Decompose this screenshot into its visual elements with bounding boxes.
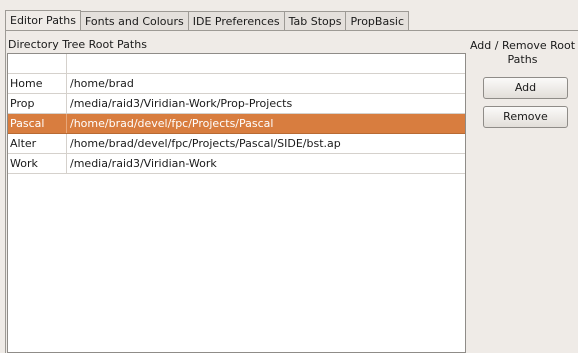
row-name: Prop — [10, 97, 35, 110]
row-path: /media/raid3/Viridian-Work — [70, 157, 217, 170]
table-row[interactable]: Home /home/brad — [8, 74, 465, 94]
table-row-selected[interactable]: Pascal /home/brad/devel/fpc/Projects/Pas… — [8, 114, 465, 134]
column-divider — [66, 114, 67, 133]
column-divider — [66, 134, 67, 153]
table-row[interactable]: Work /media/raid3/Viridian-Work — [8, 154, 465, 174]
column-divider — [66, 54, 67, 73]
row-name: Alter — [10, 137, 37, 150]
table-row[interactable]: Prop /media/raid3/Viridian-Work/Prop-Pro… — [8, 94, 465, 114]
root-paths-grid[interactable]: Home /home/brad Prop /media/raid3/Viridi… — [7, 53, 466, 353]
row-path: /home/brad — [70, 77, 134, 90]
row-path: /home/brad/devel/fpc/Projects/Pascal — [70, 117, 274, 130]
side-title: Add / Remove Root Paths — [469, 39, 576, 66]
row-name: Pascal — [10, 117, 45, 130]
row-path: /home/brad/devel/fpc/Projects/Pascal/SID… — [70, 137, 341, 150]
tab-bar: Editor Paths Fonts and Colours IDE Prefe… — [5, 10, 410, 31]
column-divider — [66, 94, 67, 113]
list-title: Directory Tree Root Paths — [8, 38, 147, 51]
table-row[interactable]: Alter /home/brad/devel/fpc/Projects/Pasc… — [8, 134, 465, 154]
column-divider — [66, 154, 67, 173]
tab-fonts-and-colours[interactable]: Fonts and Colours — [79, 11, 189, 30]
remove-button[interactable]: Remove — [483, 106, 568, 128]
tab-tab-stops[interactable]: Tab Stops — [283, 11, 347, 30]
tab-ide-preferences[interactable]: IDE Preferences — [187, 11, 285, 30]
table-row[interactable] — [8, 54, 465, 74]
tab-editor-paths[interactable]: Editor Paths — [5, 10, 81, 31]
row-name: Work — [10, 157, 38, 170]
row-path: /media/raid3/Viridian-Work/Prop-Projects — [70, 97, 293, 110]
tab-propbasic[interactable]: PropBasic — [345, 11, 410, 30]
row-name: Home — [10, 77, 43, 90]
column-divider — [66, 74, 67, 93]
add-button[interactable]: Add — [483, 77, 568, 99]
